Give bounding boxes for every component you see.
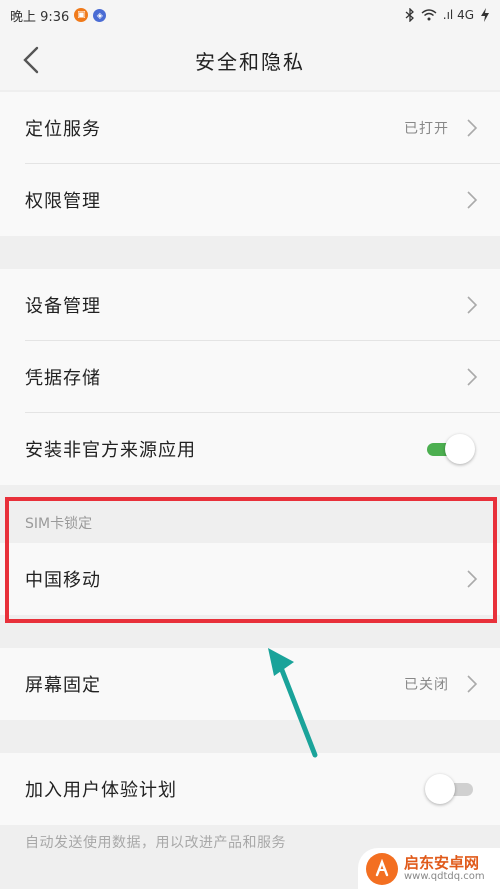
wifi-icon: [421, 9, 437, 21]
header: 安全和隐私: [0, 30, 500, 90]
item-status: 已关闭: [404, 677, 449, 693]
item-label: 定位服务: [25, 119, 101, 140]
toggle-knob: [425, 774, 455, 804]
settings-group-device: 设备管理 凭据存储 安装非官方来源应用: [0, 269, 500, 485]
location-services-item[interactable]: 定位服务 已打开: [0, 92, 500, 164]
chevron-right-icon: [467, 296, 478, 314]
screen-pinning-item[interactable]: 屏幕固定 已关闭: [0, 648, 500, 720]
settings-group-sim: 中国移动: [0, 543, 500, 615]
notification-app-icon: ▣: [74, 8, 89, 22]
item-status: 已打开: [404, 121, 449, 137]
chevron-right-icon: [467, 675, 478, 693]
back-button[interactable]: [18, 44, 48, 76]
section-title: SIM卡锁定: [25, 516, 93, 532]
sim-china-mobile-item[interactable]: 中国移动: [0, 543, 500, 615]
item-label: 凭据存储: [25, 368, 101, 389]
toggle-knob: [445, 434, 475, 464]
item-label: 中国移动: [25, 570, 101, 591]
item-label: 屏幕固定: [25, 675, 101, 696]
unknown-sources-toggle[interactable]: [425, 434, 475, 464]
chevron-right-icon: [467, 191, 478, 209]
chevron-right-icon: [467, 119, 478, 137]
device-management-item[interactable]: 设备管理: [0, 269, 500, 341]
user-experience-plan-item: 加入用户体验计划: [0, 753, 500, 825]
page-title: 安全和隐私: [195, 49, 305, 74]
bluetooth-icon: [405, 8, 414, 22]
status-bar: 晚上 9:36 ▣ ◈ .ıl 4G: [0, 0, 500, 30]
status-time: 晚上 9:36: [10, 9, 70, 25]
permission-management-item[interactable]: 权限管理: [0, 164, 500, 236]
unknown-sources-item: 安装非官方来源应用: [0, 413, 500, 485]
ux-plan-description: 自动发送使用数据，用以改进产品和服务: [25, 835, 286, 851]
watermark-title: 启东安卓网: [404, 853, 480, 872]
network-indicator: .ıl 4G: [442, 8, 474, 22]
settings-group-screen-pin: 屏幕固定 已关闭: [0, 648, 500, 720]
item-label: 权限管理: [25, 191, 101, 212]
item-label: 设备管理: [25, 296, 101, 317]
chevron-right-icon: [467, 570, 478, 588]
sim-lock-section-header: SIM卡锁定: [0, 503, 500, 543]
watermark-url: www.qdtdq.com: [404, 871, 485, 883]
user-experience-toggle[interactable]: [425, 774, 475, 804]
battery-charging-icon: [481, 8, 489, 22]
item-label: 安装非官方来源应用: [25, 440, 196, 461]
watermark: 启东安卓网 www.qdtdq.com: [358, 848, 500, 889]
settings-group-ux-plan: 加入用户体验计划: [0, 753, 500, 825]
credential-storage-item[interactable]: 凭据存储: [0, 341, 500, 413]
item-label: 加入用户体验计划: [25, 780, 177, 801]
chevron-right-icon: [467, 368, 478, 386]
watermark-logo-icon: [366, 852, 398, 885]
shield-notification-icon: ◈: [93, 8, 107, 22]
settings-group-location: 定位服务 已打开 权限管理: [0, 92, 500, 236]
